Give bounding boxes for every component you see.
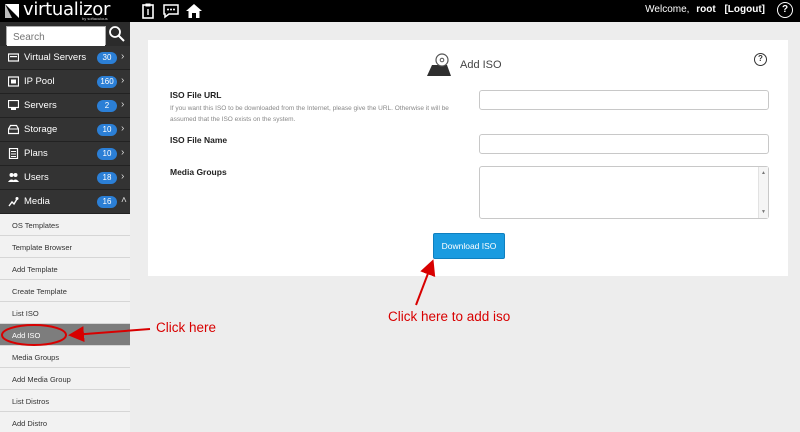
sidebar-item-label: Users	[24, 172, 49, 183]
sidebar-subitem-create-template[interactable]: Create Template	[0, 280, 130, 302]
welcome-label: Welcome,	[645, 4, 690, 15]
chevron-right-icon: ›	[121, 99, 125, 110]
search-icon[interactable]	[108, 25, 126, 43]
sidebar-subitem-media-groups[interactable]: Media Groups	[0, 346, 130, 368]
count-badge: 18	[97, 172, 117, 184]
count-badge: 160	[97, 76, 117, 88]
logout-link[interactable]: [Logout]	[724, 4, 765, 15]
sidebar-subitem-add-distro[interactable]: Add Distro	[0, 412, 130, 432]
count-badge: 16	[97, 196, 117, 208]
top-bar: virtualizor by softaculous Welcome, root…	[0, 0, 800, 22]
chevron-up-icon: ˄	[121, 195, 127, 206]
search-box	[6, 26, 106, 46]
sidebar-item-servers[interactable]: Servers 2 ›	[0, 94, 130, 118]
sidebar-item-label: Media	[24, 196, 50, 207]
subitem-label: Add ISO	[12, 331, 41, 340]
iso-url-label: ISO File URL	[170, 90, 222, 100]
page-title: Add ISO	[460, 59, 502, 71]
sidebar-subitem-add-template[interactable]: Add Template	[0, 258, 130, 280]
subitem-label: Add Distro	[12, 419, 48, 428]
sidebar-item-label: Servers	[24, 100, 57, 111]
count-badge: 10	[97, 124, 117, 136]
sidebar-item-plans[interactable]: Plans 10 ›	[0, 142, 130, 166]
clipboard-icon[interactable]	[139, 2, 157, 20]
media-icon	[8, 197, 19, 207]
download-iso-button[interactable]: Download ISO	[433, 233, 505, 259]
help-icon[interactable]: ?	[777, 2, 793, 18]
subitem-label: List Distros	[12, 397, 50, 406]
subitem-label: Add Media Group	[12, 375, 71, 384]
username: root	[696, 4, 716, 15]
iso-name-input[interactable]	[479, 134, 769, 154]
chevron-right-icon: ›	[121, 123, 125, 134]
sidebar-item-label: IP Pool	[24, 76, 55, 87]
subitem-label: OS Templates	[12, 221, 59, 230]
sidebar-subitem-os-templates[interactable]: OS Templates	[0, 214, 130, 236]
annotation-click-add-iso: Click here to add iso	[388, 309, 511, 324]
sidebar-item-storage[interactable]: Storage 10 ›	[0, 118, 130, 142]
welcome-text: Welcome, root [Logout]	[645, 4, 765, 15]
subitem-label: Add Template	[12, 265, 58, 274]
virtualizor-logo[interactable]: virtualizor by softaculous	[4, 0, 122, 21]
sidebar-item-users[interactable]: Users 18 ›	[0, 166, 130, 190]
chevron-right-icon: ›	[121, 147, 125, 158]
sidebar-subitem-add-iso[interactable]: Add ISO	[0, 324, 130, 346]
subitem-label: Create Template	[12, 287, 67, 296]
sidebar-subitem-list-iso[interactable]: List ISO	[0, 302, 130, 324]
chevron-right-icon: ›	[121, 171, 125, 182]
subitem-label: Template Browser	[12, 243, 73, 252]
disc-icon	[427, 53, 451, 76]
servers-icon	[8, 100, 19, 110]
select-scrollbar[interactable]: ▲ ▼	[758, 167, 768, 218]
chat-icon[interactable]	[162, 2, 180, 20]
scroll-down-icon[interactable]: ▼	[761, 209, 766, 215]
chevron-right-icon: ›	[121, 51, 125, 62]
count-badge: 30	[97, 52, 117, 64]
sidebar-item-label: Storage	[24, 124, 58, 135]
sidebar-item-virtual-servers[interactable]: Virtual Servers 30 ›	[0, 46, 130, 70]
chevron-right-icon: ›	[121, 75, 125, 86]
count-badge: 10	[97, 148, 117, 160]
users-icon	[8, 173, 19, 182]
sidebar-item-ip-pool[interactable]: IP Pool 160 ›	[0, 70, 130, 94]
sidebar-subitem-list-distros[interactable]: List Distros	[0, 390, 130, 412]
plans-icon	[8, 148, 19, 159]
iso-name-label: ISO File Name	[170, 135, 228, 145]
search-input[interactable]	[7, 29, 105, 46]
storage-icon	[8, 124, 19, 135]
logo-subtext: by softaculous	[82, 16, 108, 21]
panel-help-icon[interactable]: ?	[754, 53, 767, 66]
subitem-label: Media Groups	[12, 353, 60, 362]
iso-url-input[interactable]	[479, 90, 769, 110]
sidebar-item-media[interactable]: Media 16 ˄	[0, 190, 130, 214]
sidebar-subitem-template-browser[interactable]: Template Browser	[0, 236, 130, 258]
home-icon[interactable]	[185, 2, 203, 20]
annotation-click-here: Click here	[156, 320, 217, 335]
sidebar-item-label: Plans	[24, 148, 48, 159]
logo-icon	[5, 4, 19, 18]
subitem-label: List ISO	[12, 309, 39, 318]
scroll-up-icon[interactable]: ▲	[761, 170, 766, 176]
ip-icon	[8, 76, 19, 87]
media-groups-label: Media Groups	[170, 167, 227, 177]
sidebar-subitem-add-media-group[interactable]: Add Media Group	[0, 368, 130, 390]
count-badge: 2	[97, 100, 117, 112]
media-groups-select[interactable]: ▲ ▼	[479, 166, 769, 219]
virtual-servers-icon	[8, 53, 19, 62]
iso-url-help: If you want this ISO to be downloaded fr…	[170, 105, 449, 123]
sidebar-item-label: Virtual Servers	[24, 52, 87, 63]
